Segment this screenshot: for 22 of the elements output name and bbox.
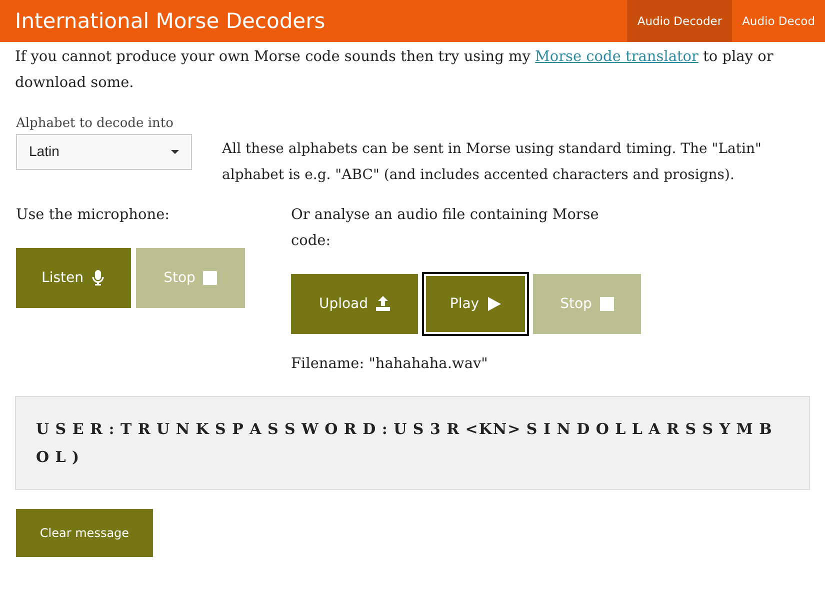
stop-icon <box>600 296 614 312</box>
microphone-icon <box>91 270 106 286</box>
upload-icon <box>376 296 390 312</box>
decoded-message: U S E R : T R U N K S P A S S W O R D : U S 3 R <KN> S I N D O L L A R S S Y M B O L ) <box>36 420 773 466</box>
filename-text: Filename: "hahahaha.wav" <box>291 355 489 374</box>
field-label: Alphabet to decode into <box>16 115 174 133</box>
action-button[interactable]: Listen <box>16 248 131 308</box>
alphabet-note: All these alphabets can be sent in Morse using standard timing. The "Latin" alphabet is e.g. "ABC" (and includes accented characters and prosigns). <box>222 140 762 185</box>
caret-icon <box>171 150 179 154</box>
play-icon <box>487 296 502 312</box>
intro-text: If you cannot produce your own Morse code sounds then try using my Morse code translator to play or download some. <box>14 48 774 93</box>
translator-link[interactable]: Morse code translator <box>535 49 698 65</box>
nav-tab[interactable]: Audio Decoder <box>627 0 732 42</box>
action-button[interactable]: Upload <box>291 274 418 334</box>
stop-icon <box>203 270 218 286</box>
section-heading: Or analyse an audio file containing Morse code: <box>291 206 600 251</box>
alphabet-select[interactable]: Latin <box>16 134 192 170</box>
site-title: International Morse Decoders <box>14 8 326 35</box>
clear-button[interactable]: Clear message <box>16 508 153 557</box>
nav-tab[interactable]: Audio Decod <box>732 0 825 42</box>
section-heading: Use the microphone: <box>16 206 171 225</box>
action-button[interactable]: Play <box>424 274 527 334</box>
